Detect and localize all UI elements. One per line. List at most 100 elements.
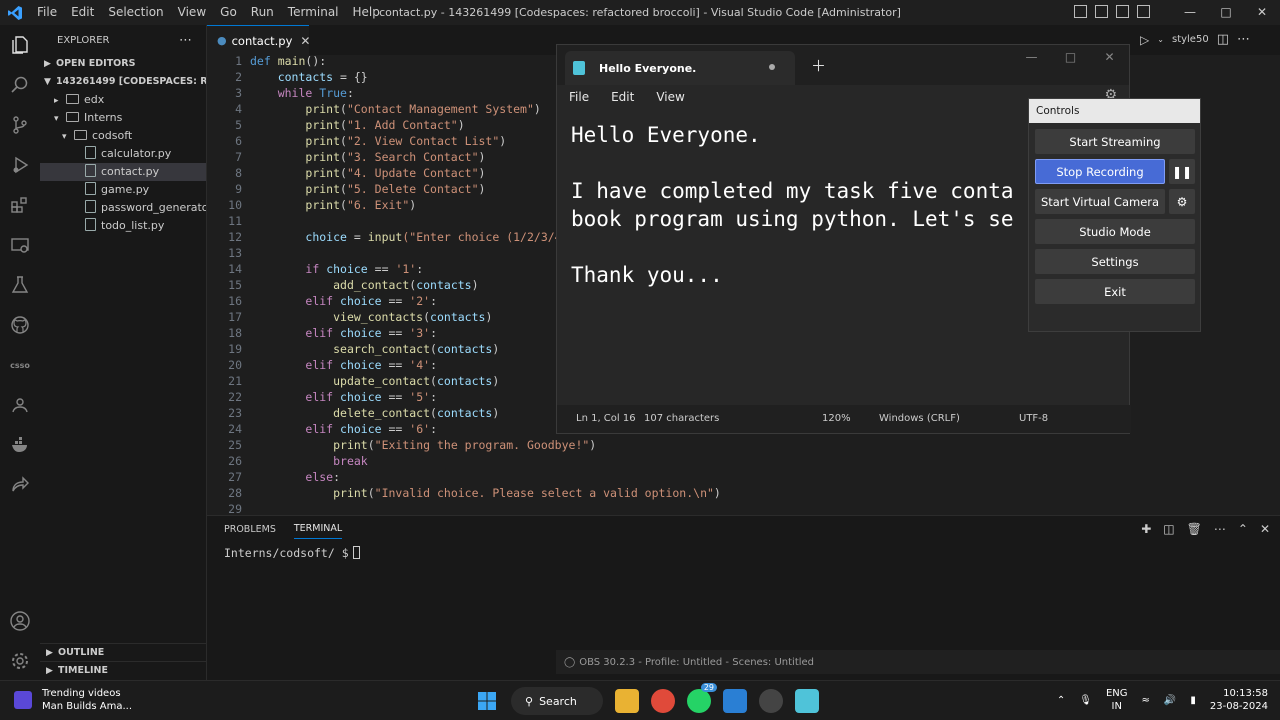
maximize-icon[interactable]: □ [1208,0,1244,25]
minimize-icon[interactable]: — [1012,45,1051,69]
clock[interactable]: 10:13:58 23-08-2024 [1210,687,1268,713]
menu-file[interactable]: File [30,0,64,25]
menu-go[interactable]: Go [213,0,244,25]
share-icon[interactable] [8,473,32,497]
docker-icon[interactable] [8,433,32,457]
github-icon[interactable] [8,313,32,337]
start-virtual-camera-button[interactable]: Start Virtual Camera [1035,189,1165,214]
line-number: 15 [228,278,242,292]
file-explorer-icon[interactable] [615,689,639,713]
run-debug-icon[interactable] [8,153,32,177]
source-control-icon[interactable] [8,113,32,137]
folder-edx[interactable]: ▸ edx [40,91,206,109]
vscode-taskbar-icon[interactable] [723,689,747,713]
tab-contact-py[interactable]: ● contact.py ✕ [207,25,310,55]
chevron-up-icon[interactable]: ⌃ [1057,695,1065,706]
unsaved-dot-icon[interactable] [769,64,775,70]
maximize-icon[interactable]: □ [1051,45,1090,69]
code-token: == [381,294,410,308]
chevron-down-icon[interactable]: ⌄ [1157,35,1164,44]
start-streaming-button[interactable]: Start Streaming [1035,129,1195,154]
menu-view[interactable]: View [171,0,213,25]
exit-button[interactable]: Exit [1035,279,1195,304]
toggle-secondary-sidebar-icon[interactable] [1116,5,1129,18]
more-actions-icon[interactable]: ⋯ [179,33,192,48]
microphone-icon[interactable]: 🎙 [1079,695,1092,706]
more-actions-icon[interactable]: ⋯ [1237,32,1250,47]
extensions-icon[interactable] [8,193,32,217]
file-todo-list[interactable]: todo_list.py [40,217,206,235]
encoding[interactable]: UTF-8 [1019,413,1048,424]
widgets-button[interactable]: Trending videos Man Builds Ama... [14,687,132,713]
file-contact[interactable]: contact.py [40,163,206,181]
notepad-taskbar-icon[interactable] [795,689,819,713]
settings-button[interactable]: Settings [1035,249,1195,274]
close-window-icon[interactable]: ✕ [1090,45,1129,69]
search-icon[interactable] [8,73,32,97]
chrome-icon[interactable] [651,689,675,713]
minimize-icon[interactable]: — [1172,0,1208,25]
open-editors-section[interactable]: ▶ OPEN EDITORS [40,55,206,73]
obs-taskbar-icon[interactable] [759,689,783,713]
outline-section[interactable]: ▶ OUTLINE [40,643,207,661]
maximize-panel-icon[interactable]: ⌃ [1238,522,1248,536]
close-window-icon[interactable]: ✕ [1244,0,1280,25]
trash-icon[interactable]: 🗑 [1187,522,1202,536]
notepad-tab[interactable]: Hello Everyone. [565,51,795,85]
csso-icon[interactable]: csso [8,353,32,377]
code-line: 8 print("4. Update Contact") [207,165,485,181]
menu-run[interactable]: Run [244,0,281,25]
whatsapp-icon[interactable]: 29 [687,683,717,713]
close-tab-icon[interactable]: ✕ [300,34,310,48]
text-line: I have completed my task five conta [571,179,1014,203]
split-terminal-icon[interactable]: ◫ [1163,522,1174,536]
manage-gear-icon[interactable] [8,649,32,673]
new-tab-icon[interactable]: ＋ [811,55,826,76]
toggle-panel-icon[interactable] [1095,5,1108,18]
file-password-generator[interactable]: password_generator... [40,199,206,217]
file-game[interactable]: game.py [40,181,206,199]
terminal-output[interactable]: Interns/codsoft/ $ [224,546,360,560]
line-ending[interactable]: Windows (CRLF) [879,413,960,424]
virtual-camera-settings-gear-icon[interactable]: ⚙ [1169,189,1195,214]
battery-icon[interactable]: ▮ [1190,695,1196,706]
run-icon[interactable]: ▷ [1140,33,1149,47]
code-token: input [367,230,403,244]
stop-recording-button[interactable]: Stop Recording [1035,159,1165,184]
pause-recording-icon[interactable]: ❚❚ [1169,159,1195,184]
taskbar-search[interactable]: ⚲ Search [511,687,603,715]
notepad-text-area[interactable]: Hello Everyone.​I have completed my task… [571,121,1031,289]
tab-terminal[interactable]: TERMINAL [293,520,343,539]
new-terminal-icon[interactable]: ✚ [1141,522,1151,536]
customize-layout-icon[interactable] [1137,5,1150,18]
search-label: Search [539,694,577,708]
notepad-menu-edit[interactable]: Edit [611,90,634,104]
menu-edit[interactable]: Edit [64,0,101,25]
tab-problems[interactable]: PROBLEMS [224,524,276,535]
notepad-menu-file[interactable]: File [569,90,589,104]
testing-icon[interactable] [8,273,32,297]
folder-codsoft[interactable]: ▾ codsoft [40,127,206,145]
run-profile-label[interactable]: style50 [1172,34,1209,45]
language-indicator[interactable]: ENG IN [1106,687,1128,713]
explorer-icon[interactable] [8,33,32,57]
workspace-section[interactable]: ▼ 143261499 [CODESPACES: REFA... [40,73,206,91]
more-actions-icon[interactable]: ⋯ [1214,522,1226,536]
account-icon[interactable] [8,609,32,633]
wifi-icon[interactable]: ≈ [1142,695,1150,706]
code-token: "2. View Contact List" [346,134,500,148]
menu-selection[interactable]: Selection [101,0,170,25]
split-editor-icon[interactable]: ◫ [1217,32,1229,47]
remote-explorer-icon[interactable] [8,233,32,257]
volume-icon[interactable]: 🔊 [1164,695,1176,706]
close-panel-icon[interactable]: ✕ [1260,522,1270,536]
zoom-level[interactable]: 120% [822,413,851,424]
windows-start-icon[interactable] [475,689,499,713]
studio-mode-button[interactable]: Studio Mode [1035,219,1195,244]
live-share-icon[interactable] [8,393,32,417]
notepad-menu-view[interactable]: View [656,90,684,104]
file-calculator[interactable]: calculator.py [40,145,206,163]
timeline-section[interactable]: ▶ TIMELINE [40,661,207,679]
toggle-sidebar-icon[interactable] [1074,5,1087,18]
folder-interns[interactable]: ▾ Interns [40,109,206,127]
